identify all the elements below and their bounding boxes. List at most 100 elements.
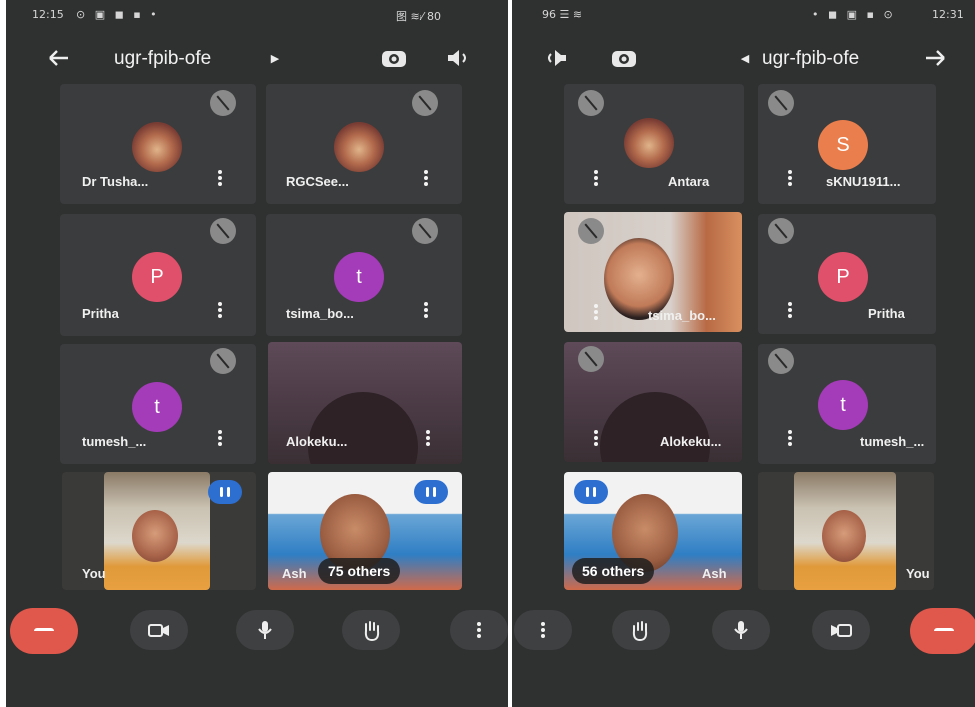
participant-video-tile[interactable]: Alokeku... bbox=[268, 342, 462, 464]
avatar: t bbox=[132, 382, 182, 432]
participant-name: Dr Tusha... bbox=[82, 174, 149, 189]
face bbox=[822, 510, 866, 562]
notification-icons: ⊙ ▣ ◼ ▪ • bbox=[76, 8, 160, 21]
mic-off-icon bbox=[210, 218, 236, 244]
more-vert-icon[interactable] bbox=[218, 302, 222, 318]
meeting-header: ugr-fpib-ofe ▶ bbox=[6, 36, 508, 80]
participant-video-tile[interactable]: 56 others Ash bbox=[564, 472, 742, 590]
avatar bbox=[624, 118, 674, 168]
participant-name: RGCSee... bbox=[286, 174, 349, 189]
participant-tile[interactable]: P Pritha bbox=[60, 214, 256, 336]
more-vert-icon[interactable] bbox=[788, 170, 792, 186]
more-vert-icon[interactable] bbox=[424, 170, 428, 186]
more-vert-icon bbox=[477, 622, 481, 638]
raise-hand-button[interactable] bbox=[342, 610, 400, 650]
chevron-right-icon[interactable]: ▶ bbox=[268, 48, 282, 68]
mic-off-icon bbox=[578, 90, 604, 116]
mic-button[interactable] bbox=[236, 610, 294, 650]
mic-off-icon bbox=[412, 90, 438, 116]
participant-tile[interactable]: Dr Tusha... bbox=[60, 84, 256, 204]
camera-button[interactable] bbox=[130, 610, 188, 650]
participant-tile[interactable]: S sKNU1911... bbox=[758, 84, 936, 204]
self-video bbox=[104, 472, 210, 590]
arrow-right-icon[interactable] bbox=[920, 44, 950, 72]
speaking-indicator-icon bbox=[208, 480, 242, 504]
self-video-tile[interactable]: You bbox=[758, 472, 934, 590]
participant-video-tile[interactable]: Alokeku... bbox=[564, 342, 742, 462]
mic-icon bbox=[258, 621, 272, 639]
notification-icons: • ◼ ▣ ▪ ⊙ bbox=[812, 8, 896, 21]
raise-hand-button[interactable] bbox=[612, 610, 670, 650]
chevron-left-icon[interactable]: ◀ bbox=[738, 48, 752, 68]
mic-off-icon bbox=[578, 346, 604, 372]
participant-name: tumesh_... bbox=[82, 434, 147, 449]
mic-icon bbox=[734, 621, 748, 639]
more-vert-icon[interactable] bbox=[218, 170, 222, 186]
participant-name: Ash bbox=[282, 566, 307, 581]
avatar: P bbox=[818, 252, 868, 302]
participant-tile[interactable]: t tumesh_... bbox=[60, 344, 256, 464]
right-phone-screen: 96 ☰ ≋ • ◼ ▣ ▪ ⊙ 12:31 ◀ ugr-fpib-ofe An… bbox=[512, 0, 975, 707]
left-phone-screen: 12:15 ⊙ ▣ ◼ ▪ • 图 ≋ᵢ⁄ 80 ugr-fpib-ofe ▶ … bbox=[6, 0, 508, 707]
participant-tile[interactable]: t tumesh_... bbox=[758, 344, 936, 464]
more-vert-icon[interactable] bbox=[426, 430, 430, 446]
switch-camera-icon[interactable] bbox=[378, 42, 410, 74]
participant-video-tile[interactable]: tsima_bo... bbox=[564, 212, 742, 332]
participant-name: tsima_bo... bbox=[286, 306, 354, 321]
avatar: S bbox=[818, 120, 868, 170]
more-vert-icon[interactable] bbox=[594, 304, 598, 320]
mic-off-icon bbox=[578, 218, 604, 244]
switch-camera-icon[interactable] bbox=[608, 42, 640, 74]
others-count[interactable]: 56 others bbox=[572, 558, 655, 584]
video-silhouette bbox=[308, 392, 418, 464]
more-options-button[interactable] bbox=[514, 610, 572, 650]
others-count[interactable]: 75 others bbox=[318, 558, 401, 584]
more-vert-icon[interactable] bbox=[788, 302, 792, 318]
participant-tile[interactable]: Antara bbox=[564, 84, 744, 204]
avatar: P bbox=[132, 252, 182, 302]
speaker-icon[interactable] bbox=[442, 42, 474, 74]
participant-tile[interactable]: t tsima_bo... bbox=[266, 214, 462, 336]
meeting-header: ◀ ugr-fpib-ofe bbox=[512, 36, 975, 80]
end-call-button[interactable] bbox=[10, 608, 78, 654]
mic-button[interactable] bbox=[712, 610, 770, 650]
participant-tile[interactable]: RGCSee... bbox=[266, 84, 462, 204]
more-vert-icon[interactable] bbox=[594, 170, 598, 186]
avatar: t bbox=[334, 252, 384, 302]
mic-off-icon bbox=[768, 90, 794, 116]
participant-name: sKNU1911... bbox=[826, 174, 901, 189]
status-time: 12:15 bbox=[32, 8, 64, 21]
participant-name: You bbox=[906, 566, 930, 581]
more-vert-icon[interactable] bbox=[218, 430, 222, 446]
camera-icon bbox=[831, 624, 852, 637]
more-vert-icon[interactable] bbox=[424, 302, 428, 318]
mic-off-icon bbox=[210, 348, 236, 374]
more-vert-icon bbox=[541, 622, 545, 638]
status-right: 图 ≋ᵢ⁄ 80 bbox=[396, 10, 442, 23]
avatar bbox=[132, 122, 182, 172]
participant-name: You bbox=[82, 566, 106, 581]
self-video-tile[interactable]: You bbox=[62, 472, 256, 590]
mic-off-icon bbox=[412, 218, 438, 244]
meeting-code[interactable]: ugr-fpib-ofe bbox=[114, 48, 211, 70]
end-call-button[interactable] bbox=[910, 608, 975, 654]
participant-video-tile[interactable]: Ash 75 others bbox=[268, 472, 462, 590]
participant-tile[interactable]: P Pritha bbox=[758, 214, 936, 334]
meeting-code[interactable]: ugr-fpib-ofe bbox=[762, 48, 859, 70]
participant-name: Pritha bbox=[868, 306, 905, 321]
camera-button[interactable] bbox=[812, 610, 870, 650]
more-vert-icon[interactable] bbox=[788, 430, 792, 446]
status-left: 96 ☰ ≋ bbox=[542, 8, 583, 21]
more-options-button[interactable] bbox=[450, 610, 508, 650]
arrow-left-icon[interactable] bbox=[44, 44, 74, 72]
avatar: t bbox=[818, 380, 868, 430]
more-vert-icon[interactable] bbox=[594, 430, 598, 446]
status-bar: 96 ☰ ≋ • ◼ ▣ ▪ ⊙ 12:31 bbox=[512, 4, 975, 26]
participant-name: Antara bbox=[668, 174, 710, 189]
mic-off-icon bbox=[768, 348, 794, 374]
participant-name: Ash bbox=[702, 566, 727, 581]
speaking-indicator-icon bbox=[574, 480, 608, 504]
mic-off-icon bbox=[768, 218, 794, 244]
participant-name: Alokeku... bbox=[660, 434, 722, 449]
speaker-icon[interactable] bbox=[540, 42, 572, 74]
